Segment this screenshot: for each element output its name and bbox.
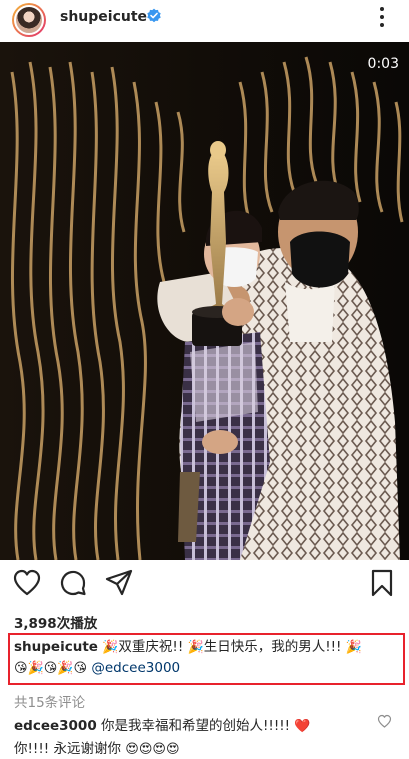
kiss-emoji: 😘 (14, 661, 28, 676)
comment-text-2: 你!!!! 永远谢谢你 (14, 741, 121, 757)
post-caption: shupeicute 🎉双重庆祝!! 🎉生日快乐，我的男人!!! 🎉 😘🎉😘🎉😘… (14, 637, 402, 679)
comment-icon[interactable] (58, 568, 88, 598)
action-bar (0, 568, 409, 604)
post-header: shupeicute (0, 0, 409, 38)
more-options-icon[interactable] (372, 5, 392, 29)
video-frame (0, 42, 409, 560)
post-video[interactable]: 0:03 (0, 42, 409, 560)
party-emoji: 🎉 (187, 640, 204, 655)
heart-eyes-emoji: 😍 (165, 742, 180, 757)
bookmark-icon[interactable] (367, 568, 397, 598)
comment-text-1: 你是我幸福和希望的创始人!!!!! (101, 718, 291, 734)
post-username[interactable]: shupeicute (60, 9, 147, 25)
heart-eyes-emoji: 😍 (125, 742, 139, 757)
view-comments-link[interactable]: 共15条评论 (14, 691, 85, 711)
caption-text-1: 双重庆祝!! (118, 639, 184, 655)
heart-icon[interactable] (12, 568, 42, 598)
red-heart-emoji: ❤️ (294, 719, 311, 734)
caption-text-2: 生日快乐，我的男人!!! (203, 639, 342, 655)
caption-username[interactable]: shupeicute (14, 639, 98, 655)
heart-eyes-emoji: 😍 (138, 742, 153, 757)
heart-eyes-emoji: 😍 (152, 742, 166, 757)
party-emoji: 🎉 (102, 640, 119, 655)
kiss-emoji: 😘 (43, 661, 58, 676)
video-timer: 0:03 (367, 56, 399, 72)
mention-link[interactable]: @edcee3000 (91, 660, 180, 676)
share-icon[interactable] (104, 568, 134, 598)
comment-item: edcee3000 你是我幸福和希望的创始人!!!!! ❤️ 你!!!! 永远谢… (14, 715, 374, 759)
party-emoji: 🎉 (27, 661, 44, 676)
kiss-emoji: 😘 (73, 661, 88, 676)
party-emoji: 🎉 (345, 640, 362, 655)
play-count: 3,898次播放 (14, 616, 98, 632)
comment-username[interactable]: edcee3000 (14, 718, 97, 734)
verified-icon (147, 8, 161, 23)
like-comment-icon[interactable] (377, 714, 392, 729)
avatar[interactable] (12, 3, 46, 37)
party-emoji: 🎉 (57, 661, 74, 676)
